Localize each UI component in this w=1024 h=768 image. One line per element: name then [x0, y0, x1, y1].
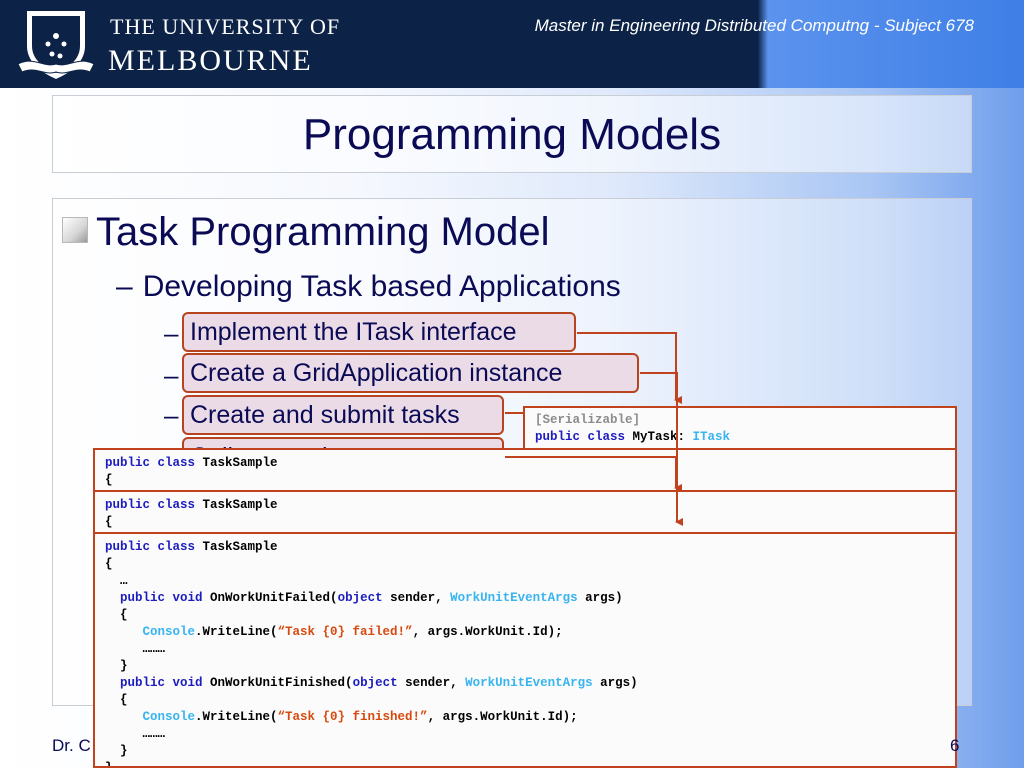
header-bar: THE UNIVERSITY OF MELBOURNE Master in En… [0, 0, 1024, 88]
code-line: Console.WriteLine(“Task {0} failed!”, ar… [95, 624, 955, 641]
code-string: “Task {0} finished!” [277, 710, 428, 724]
step-dash: – [164, 360, 179, 390]
code-identifier: , args.WorkUnit.Id); [412, 625, 563, 639]
bullet-square-icon [62, 217, 88, 243]
code-type: ITask [692, 430, 731, 444]
code-keyword: public void [105, 676, 211, 690]
code-identifier: TaskSample [202, 540, 278, 554]
bullet-level1: Task Programming Model [62, 210, 550, 255]
step-implement-itask: Implement the ITask interface [182, 312, 576, 352]
code-line: { [105, 608, 128, 622]
code-identifier: .WriteLine( [195, 625, 278, 639]
footer-page-number: 6 [950, 736, 960, 755]
code-line: public class TaskSample [95, 539, 955, 556]
code-identifier: args) [577, 591, 623, 605]
code-line: … [105, 574, 128, 588]
code-keyword: object [352, 676, 398, 690]
code-line: public void OnWorkUnitFailed(object send… [95, 590, 955, 607]
code-identifier: OnWorkUnitFinished( [210, 676, 353, 690]
code-identifier: MyTask: [632, 430, 693, 444]
course-subtitle: Master in Engineering Distributed Comput… [534, 16, 974, 35]
code-line: Console.WriteLine(“Task {0} finished!”, … [95, 709, 955, 726]
step-dash: – [164, 318, 179, 348]
code-identifier: args) [592, 676, 638, 690]
code-keyword: public class [105, 540, 203, 554]
code-type: WorkUnitEventArgs [450, 591, 578, 605]
bullet-level1-text: Task Programming Model [96, 210, 550, 254]
code-line: public class TaskSample [95, 455, 955, 472]
code-line: { [105, 693, 128, 707]
code-panel-tasksample-2: public class TaskSample { [93, 490, 957, 534]
footer-author: Dr. C [52, 736, 91, 755]
code-line: ……… [105, 727, 166, 741]
code-identifier: , args.WorkUnit.Id); [427, 710, 578, 724]
university-name-line2: MELBOURNE [108, 44, 313, 77]
code-panel-mytask: [Serializable] public class MyTask: ITas… [523, 406, 957, 450]
code-line: [Serializable] [525, 412, 955, 429]
code-identifier: sender, [397, 676, 466, 690]
code-identifier: .WriteLine( [195, 710, 278, 724]
code-line: { [105, 515, 113, 529]
code-keyword: public class [105, 456, 203, 470]
code-keyword: object [337, 591, 383, 605]
code-string: “Task {0} failed!” [277, 625, 413, 639]
code-line: } [105, 744, 128, 758]
code-identifier: sender, [382, 591, 451, 605]
code-panel-tasksample-3: public class TaskSample { … public void … [93, 532, 957, 768]
code-identifier: TaskSample [202, 498, 278, 512]
code-keyword: public class [535, 430, 633, 444]
bullet-level2: – Developing Task based Applications [116, 270, 621, 304]
code-line: public class MyTask: ITask [525, 429, 955, 446]
code-type: Console [105, 710, 196, 724]
step-create-submit-tasks: Create and submit tasks [182, 395, 504, 435]
code-identifier: TaskSample [202, 456, 278, 470]
step-create-gridapplication: Create a GridApplication instance [182, 353, 639, 393]
step-dash: – [164, 400, 179, 430]
code-panel-tasksample-1: public class TaskSample { [93, 448, 957, 492]
bullet-level2-text: Developing Task based Applications [142, 270, 621, 303]
slide-title: Programming Models [302, 110, 722, 159]
code-identifier: OnWorkUnitFailed( [210, 591, 338, 605]
code-keyword: public void [105, 591, 211, 605]
code-line: } [105, 659, 128, 673]
university-crest-icon [17, 9, 95, 82]
code-type: WorkUnitEventArgs [465, 676, 593, 690]
code-keyword: public class [105, 498, 203, 512]
code-line: public class TaskSample [95, 497, 955, 514]
title-box: Programming Models [52, 95, 972, 173]
code-attribute: [Serializable] [535, 413, 641, 427]
university-name-line1: THE UNIVERSITY OF [110, 14, 341, 39]
code-line: } [105, 761, 113, 768]
code-line: { [105, 473, 113, 487]
code-line: ……… [105, 642, 166, 656]
code-line: public void OnWorkUnitFinished(object se… [95, 675, 955, 692]
bullet-dash: – [116, 270, 133, 303]
code-line: { [105, 557, 113, 571]
code-type: Console [105, 625, 196, 639]
